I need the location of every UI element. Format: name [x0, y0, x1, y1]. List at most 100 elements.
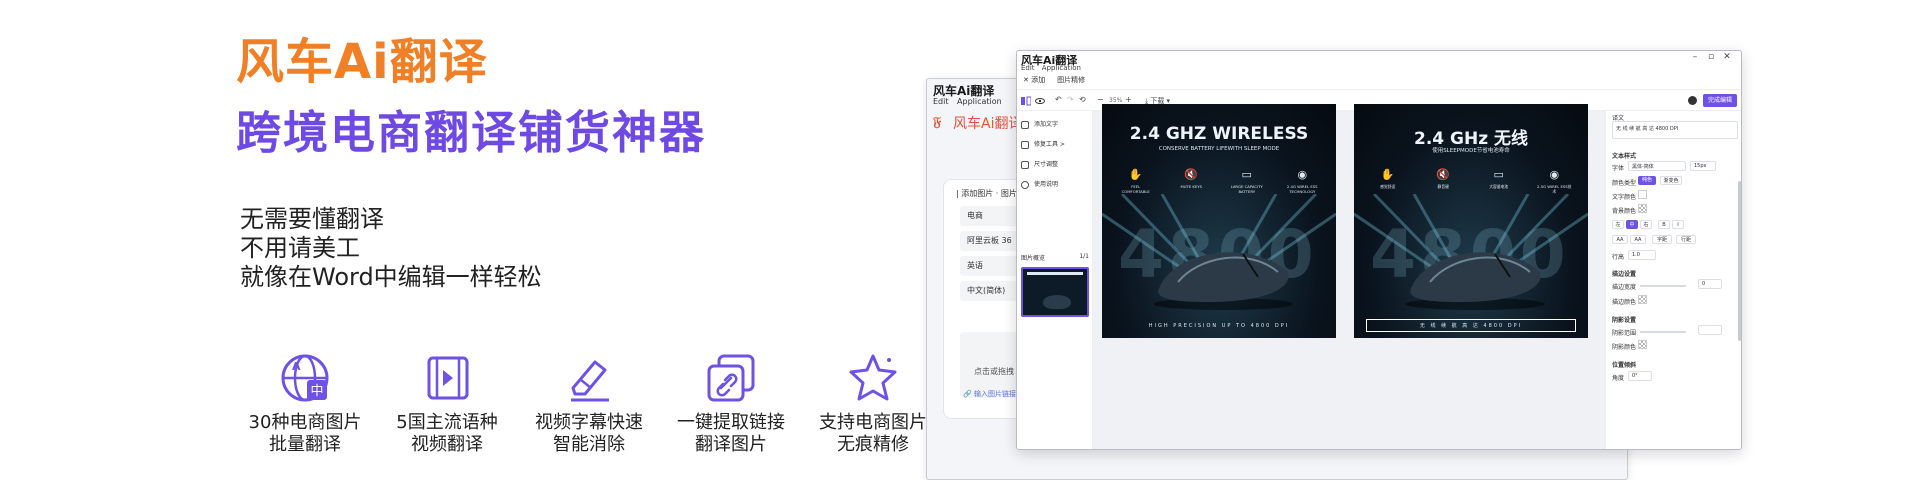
finish-edit-button[interactable]: 完成编辑	[1703, 94, 1737, 107]
badge-text: 大容量电池	[1489, 184, 1509, 189]
shadow-color-swatch[interactable]	[1638, 340, 1647, 349]
product-image-original[interactable]: 4800 2.4 GHZ WIRELESS CONSERVE BATTERY L…	[1102, 104, 1336, 338]
shadow-section-header: 阴影设置	[1612, 317, 1637, 324]
help-icon	[1021, 180, 1029, 189]
color-type-label: 颜色类型	[1612, 180, 1637, 187]
italic-button[interactable]: I	[1672, 220, 1684, 229]
sidebar-item-repair[interactable]: 修复工具 >	[1021, 139, 1065, 149]
image-overview-header: 图片概览 1/1	[1021, 253, 1089, 262]
zoom-in-button[interactable]: +	[1125, 95, 1132, 104]
letter-spacing-button[interactable]: 字距	[1652, 235, 1672, 244]
eye-icon[interactable]	[1035, 96, 1045, 106]
stroke-width-label: 描边宽度	[1612, 284, 1637, 291]
panel-scrollbar[interactable]	[1738, 181, 1741, 341]
zoom-out-button[interactable]: −	[1097, 95, 1104, 104]
feature-item: 中 A 30种电商图片 批量翻译	[234, 350, 376, 456]
tab-image-refine[interactable]: 图片精修	[1057, 75, 1085, 85]
image-thumbnail[interactable]	[1021, 267, 1089, 317]
stroke-section-header: 描边设置	[1612, 271, 1637, 278]
feature-badge: ◉ 2.5G WIREL ESS技术	[1536, 168, 1572, 194]
sidebar-item-label: 使用说明	[1034, 181, 1059, 188]
redo-button[interactable]: ↷	[1067, 95, 1074, 104]
stroke-color-swatch[interactable]	[1638, 295, 1647, 304]
sidebar-item-help[interactable]: 使用说明	[1021, 179, 1058, 189]
feature-line: 视频字幕快速	[535, 412, 643, 433]
mouse-image	[1153, 252, 1293, 310]
eraser-icon	[571, 360, 609, 402]
sidebar-item-add-text[interactable]: 添加文字	[1021, 119, 1058, 129]
battery-icon: ▭	[1493, 168, 1504, 181]
hand-icon: ✋	[1380, 168, 1395, 181]
feature-item: 一键提取链接 翻译图片	[660, 350, 802, 456]
zoom-level: 35%	[1109, 97, 1123, 104]
close-button[interactable]: ✕	[1719, 52, 1735, 62]
align-left-button[interactable]: 左	[1612, 220, 1624, 229]
translation-value: 无 线 续 航 高 达 4800 DPI	[1616, 126, 1679, 132]
shadow-range-slider[interactable]	[1640, 331, 1686, 333]
feature-line: 无痕精修	[837, 434, 909, 455]
feature-item: 5国主流语种 视频翻译	[376, 350, 518, 456]
image-link-input[interactable]: 🔗 输入图片链接	[963, 389, 1016, 399]
feature-badge: ◉ 2.4G WIREL ESS TECHNOLOGY	[1284, 168, 1320, 194]
repair-icon	[1021, 140, 1029, 149]
solid-color-toggle[interactable]: 纯色	[1638, 176, 1656, 185]
align-right-button[interactable]: 右	[1640, 220, 1652, 229]
product-feature-icons: ✋ 感觉舒适 🔇 静音键 ▭ 大容量电池 ◉ 2.5G WIREL ESS技术	[1360, 168, 1582, 194]
benefit-item: 不用请美工	[240, 234, 360, 262]
tab-add[interactable]: ✕ 添加	[1023, 75, 1045, 85]
sidebar-item-resize[interactable]: 尺寸调整	[1021, 159, 1058, 169]
feature-badge: ✋ FEEL COMFORTABLE	[1118, 168, 1154, 194]
badge-text: 2.4G WIREL ESS TECHNOLOGY	[1286, 184, 1318, 194]
menu-edit[interactable]: Edit	[933, 97, 949, 106]
font-value: 黑体-简体	[1632, 164, 1654, 170]
uppercase-button[interactable]: AA	[1612, 235, 1628, 244]
bg-color-swatch[interactable]	[1638, 204, 1647, 213]
globe-translate-icon: 中 A	[281, 354, 329, 402]
feature-list: 中 A 30种电商图片 批量翻译 5国主流语种 视频翻译 视频字幕快速 智能消除 一键…	[234, 350, 944, 456]
reset-button[interactable]: ⟲	[1079, 95, 1086, 104]
font-label: 字体	[1612, 165, 1625, 172]
badge-text: LARGE CAPACITY BATTERY	[1230, 184, 1263, 194]
menu-application[interactable]: Application	[957, 97, 1002, 106]
maximize-button[interactable]: ▫	[1703, 52, 1719, 62]
tagline: 跨境电商翻译铺货神器	[236, 106, 707, 159]
app-logo: 𝔉 风车Ai翻译	[933, 113, 1023, 137]
feature-line: 翻译图片	[695, 434, 767, 455]
menu-application[interactable]: Application	[1042, 64, 1081, 72]
gradient-toggle[interactable]: 渐变色	[1660, 176, 1682, 185]
compare-icon[interactable]	[1021, 96, 1031, 106]
product-subline: 使用SLEEPMODE节省电池寿命	[1432, 148, 1510, 154]
bold-button[interactable]: B	[1658, 220, 1670, 229]
text-color-swatch[interactable]	[1638, 190, 1647, 199]
align-center-button[interactable]: 中	[1626, 220, 1638, 229]
benefit-item: 就像在Word中编辑一样轻松	[240, 263, 542, 291]
feature-badge: ✋ 感觉舒适	[1370, 168, 1406, 194]
sidebar-item-label: 添加文字	[1034, 121, 1059, 128]
brand-title: 风车Ai翻译	[236, 34, 488, 90]
undo-button[interactable]: ↶	[1055, 95, 1062, 104]
sidebar-item-label: 尺寸调整	[1034, 161, 1059, 168]
selected-text-box[interactable]: 无 线 续 航 高 达 4800 DPI	[1366, 319, 1576, 332]
product-bottom-text: HIGH PRECISION UP TO 4800 DPI	[1148, 323, 1290, 329]
minimize-button[interactable]: –	[1687, 52, 1703, 62]
rotate-section-header: 位置倾斜	[1612, 362, 1637, 369]
video-play-icon	[427, 356, 469, 400]
image-overview-title: 图片概览	[1021, 255, 1046, 262]
product-image-translated[interactable]: 4800 2.4 GHz 无线 使用SLEEPMODE节省电池寿命 ✋感觉舒适 …	[1354, 104, 1588, 338]
avatar[interactable]	[1688, 96, 1697, 105]
feature-line: 5国主流语种	[396, 412, 498, 433]
feature-line: 30种电商图片	[248, 412, 362, 433]
logo-glyph: 𝔉	[933, 115, 942, 130]
product-headline: 2.4 GHZ WIRELESS	[1129, 124, 1309, 144]
menu-edit[interactable]: Edit	[1021, 64, 1035, 72]
lowercase-button[interactable]: AA	[1630, 235, 1646, 244]
feature-line: 支持电商图片	[819, 412, 927, 433]
benefit-list: 无需要懂翻译 不用请美工 就像在Word中编辑一样轻松	[240, 205, 542, 292]
property-panel: 译文 无 线 续 航 高 达 4800 DPI 文本样式 字体 黑体-简体 15…	[1605, 111, 1741, 449]
shadow-range-input[interactable]	[1698, 325, 1722, 335]
line-spacing-button[interactable]: 行距	[1676, 235, 1696, 244]
font-size-value: 15px	[1694, 163, 1707, 169]
text-style-header: 文本样式	[1612, 153, 1637, 160]
link-icon	[707, 354, 755, 402]
stroke-width-slider[interactable]	[1640, 285, 1686, 287]
